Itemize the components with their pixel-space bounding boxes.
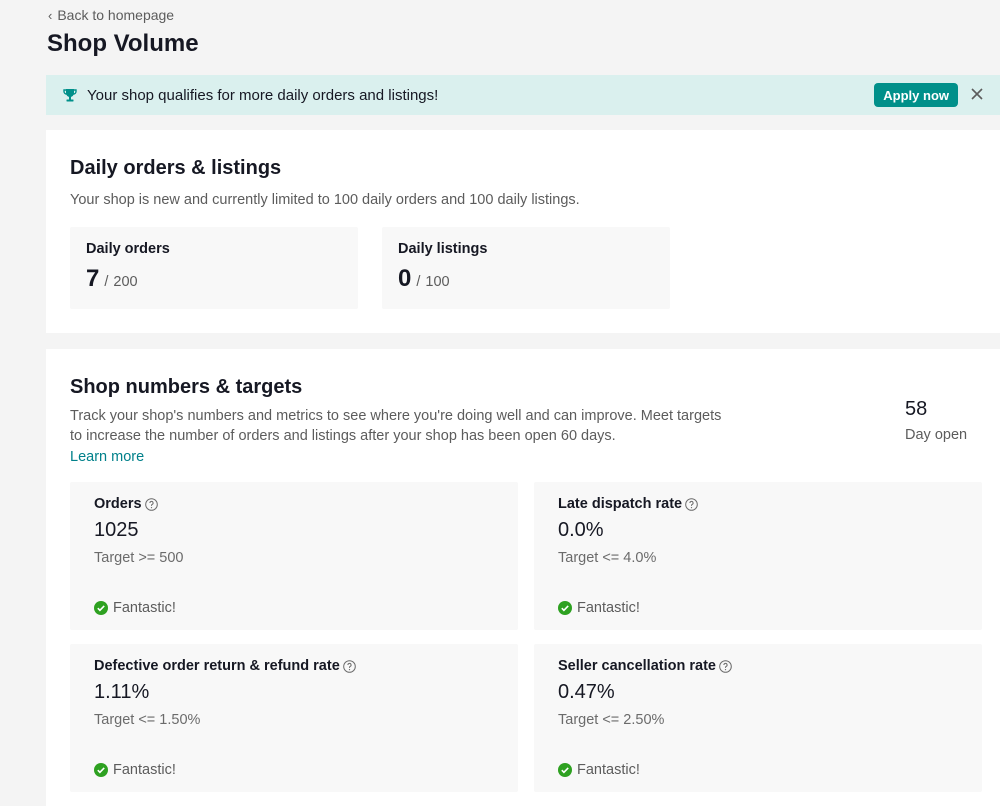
check-circle-icon	[558, 601, 572, 615]
daily-orders-limit: 200	[113, 274, 138, 290]
banner-message: Your shop qualifies for more daily order…	[87, 86, 439, 104]
metric-late-dispatch-rate: Late dispatch rate 0.0% Target <= 4.0% F…	[534, 482, 982, 630]
metric-label: Orders	[94, 496, 142, 512]
daily-orders-listings-card: Daily orders & listings Your shop is new…	[46, 130, 1000, 333]
metric-target: Target <= 2.50%	[558, 712, 665, 728]
metric-target: Target >= 500	[94, 550, 184, 566]
metric-status-label: Fantastic!	[113, 762, 176, 778]
apply-now-button[interactable]: Apply now	[874, 83, 958, 107]
help-icon[interactable]	[685, 497, 698, 511]
check-circle-icon	[558, 763, 572, 777]
daily-listings-value: 0	[398, 265, 412, 292]
daily-section-description: Your shop is new and currently limited t…	[70, 192, 580, 208]
metric-seller-cancellation-rate: Seller cancellation rate 0.47% Target <=…	[534, 644, 982, 792]
days-open-value: 58	[905, 398, 928, 420]
metric-target: Target <= 1.50%	[94, 712, 201, 728]
trophy-icon	[62, 87, 78, 103]
metric-value: 0.0%	[558, 519, 604, 541]
daily-orders-label: Daily orders	[86, 241, 170, 257]
metric-value: 1.11%	[94, 681, 150, 703]
metric-status: Fantastic!	[558, 762, 640, 778]
close-icon[interactable]	[968, 85, 986, 103]
daily-listings-limit: 100	[425, 274, 450, 290]
daily-orders-tile: Daily orders 7 / 200	[70, 227, 358, 309]
daily-orders-value: 7	[86, 265, 100, 292]
metric-label: Defective order return & refund rate	[94, 658, 340, 674]
qualification-banner: Your shop qualifies for more daily order…	[46, 75, 1000, 115]
help-icon[interactable]	[719, 659, 732, 673]
metric-label: Late dispatch rate	[558, 496, 683, 512]
learn-more-link[interactable]: Learn more	[70, 449, 144, 465]
check-circle-icon	[94, 763, 108, 777]
metric-status: Fantastic!	[94, 762, 176, 778]
targets-section-title: Shop numbers & targets	[70, 376, 303, 398]
metric-status: Fantastic!	[558, 600, 640, 616]
metric-value: 1025	[94, 519, 139, 541]
back-link-label: Back to homepage	[57, 7, 175, 23]
metric-status-label: Fantastic!	[577, 762, 640, 778]
metric-defective-order-rate: Defective order return & refund rate 1.1…	[70, 644, 518, 792]
daily-listings-separator: /	[416, 274, 421, 290]
daily-listings-tile: Daily listings 0 / 100	[382, 227, 670, 309]
days-open-label: Day open	[905, 427, 968, 443]
daily-listings-label: Daily listings	[398, 241, 488, 257]
daily-orders-separator: /	[104, 274, 109, 290]
help-icon[interactable]	[144, 497, 158, 511]
daily-section-title: Daily orders & listings	[70, 157, 282, 179]
metric-status-label: Fantastic!	[577, 600, 640, 616]
metric-status: Fantastic!	[94, 600, 176, 616]
targets-description-line2: to increase the number of orders and lis…	[70, 428, 616, 444]
metric-status-label: Fantastic!	[113, 600, 176, 616]
check-circle-icon	[94, 601, 108, 615]
metric-value: 0.47%	[558, 681, 615, 703]
page-title: Shop Volume	[47, 30, 199, 57]
shop-numbers-targets-card: Shop numbers & targets Track your shop's…	[46, 349, 1000, 806]
metric-target: Target <= 4.0%	[558, 550, 657, 566]
help-icon[interactable]	[342, 659, 356, 673]
targets-description-line1: Track your shop's numbers and metrics to…	[70, 408, 722, 424]
chevron-left-icon: ‹	[48, 7, 53, 23]
metric-orders: Orders 1025 Target >= 500 Fantastic!	[70, 482, 518, 630]
back-to-homepage-link[interactable]: ‹ Back to homepage	[48, 7, 174, 23]
metric-label: Seller cancellation rate	[558, 658, 716, 674]
